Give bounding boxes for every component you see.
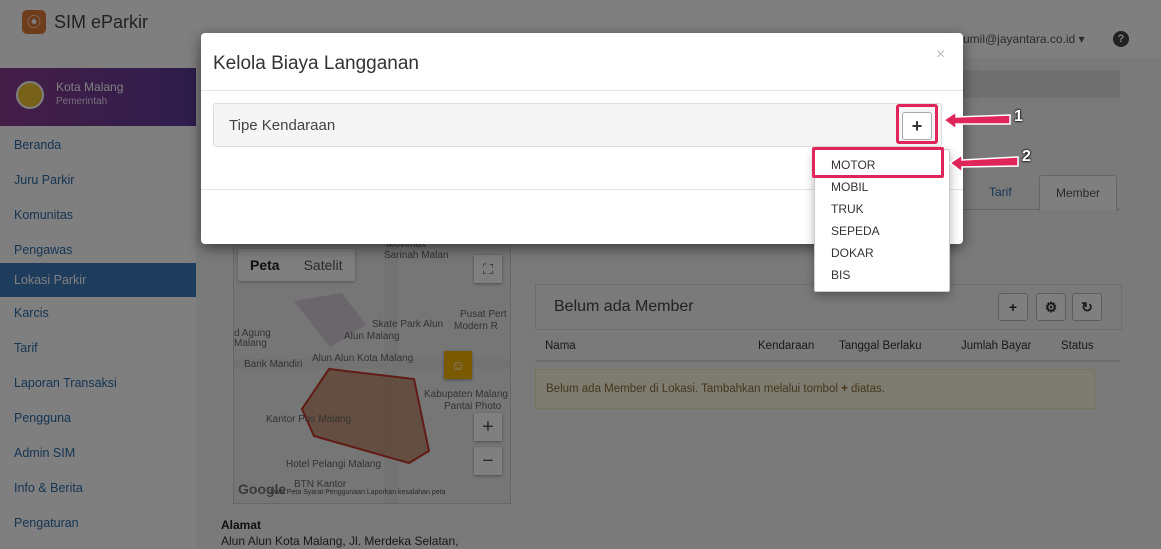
arrow-step-1 [942, 110, 1011, 131]
annotation-number-2: 2 [1022, 148, 1031, 165]
arrow-step-2 [948, 153, 1019, 174]
annotation-number-1: 1 [1014, 108, 1023, 125]
annotation-arrows [942, 110, 1019, 174]
